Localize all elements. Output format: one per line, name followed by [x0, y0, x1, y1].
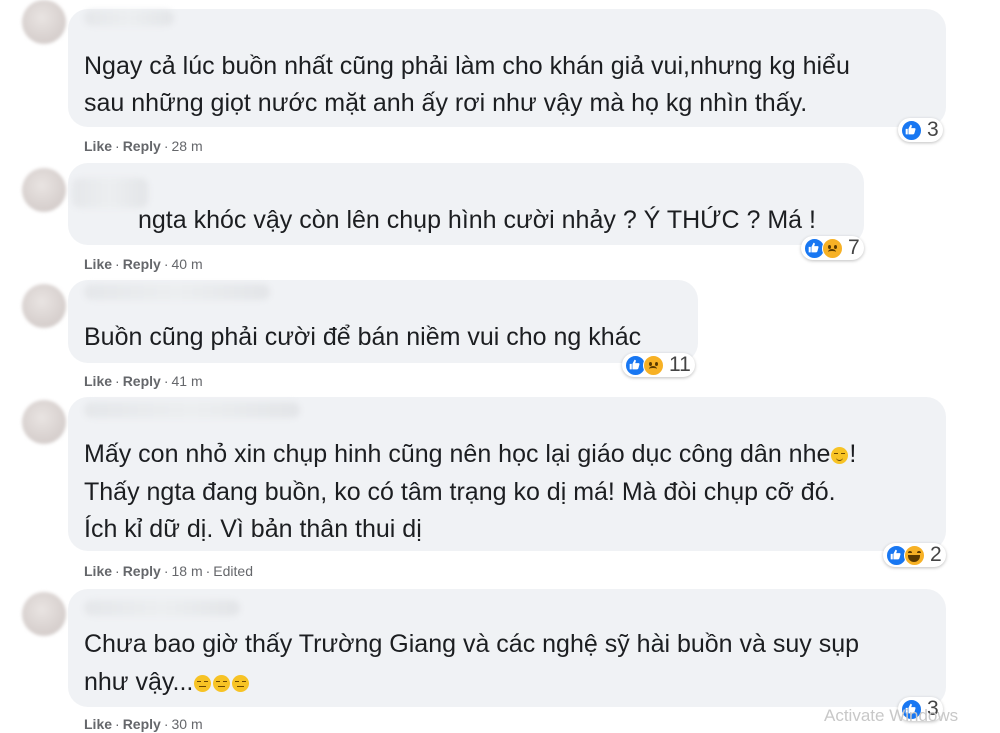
- avatar[interactable]: [22, 284, 66, 328]
- comment-text-line: sau những giọt nước mặt anh ấy rơi như v…: [84, 89, 808, 117]
- like-icon: [901, 119, 922, 141]
- timestamp[interactable]: 40 m: [171, 256, 202, 272]
- reaction-count: 3: [927, 118, 939, 141]
- reply-button[interactable]: Reply: [123, 716, 161, 732]
- pensive-emoji-icon: [232, 675, 250, 692]
- comment-actions: Like · Reply · 18 m · Edited: [84, 563, 253, 579]
- comment-text-line: Buồn cũng phải cười để bán niềm vui cho …: [84, 323, 642, 351]
- author-name-blurred[interactable]: [84, 600, 240, 616]
- reply-button[interactable]: Reply: [123, 373, 161, 389]
- author-name-blurred[interactable]: [84, 402, 300, 418]
- comment-text-line: Thấy ngta đang buồn, ko có tâm trạng ko …: [84, 478, 836, 506]
- avatar[interactable]: [22, 592, 66, 636]
- comment-text-line: Mấy con nhỏ xin chụp hinh cũng nên học l…: [84, 440, 857, 468]
- comment-text-line: Chưa bao giờ thấy Trường Giang và các ng…: [84, 630, 860, 658]
- timestamp[interactable]: 18 m: [171, 563, 202, 579]
- author-name-blurred[interactable]: [84, 10, 174, 26]
- reaction-summary[interactable]: 2: [883, 543, 946, 567]
- comment-text-line: như vậy...: [84, 664, 250, 701]
- reaction-count: 7: [848, 236, 860, 259]
- timestamp[interactable]: 30 m: [171, 716, 202, 732]
- comment-text-line: ngta khóc vậy còn lên chụp hình cười nhả…: [138, 206, 816, 234]
- like-button[interactable]: Like: [84, 563, 112, 579]
- reply-button[interactable]: Reply: [123, 138, 161, 154]
- comment-text-line: Ngay cả lúc buồn nhất cũng phải làm cho …: [84, 52, 850, 80]
- smile-emoji-icon: [831, 447, 849, 464]
- avatar[interactable]: [22, 0, 66, 44]
- comment-actions: Like · Reply · 40 m: [84, 256, 203, 272]
- sad-icon: [822, 237, 843, 259]
- author-name-blurred[interactable]: [72, 178, 148, 208]
- reaction-summary[interactable]: 3: [898, 118, 943, 142]
- author-name-blurred[interactable]: [84, 284, 270, 300]
- timestamp[interactable]: 28 m: [171, 138, 202, 154]
- reaction-summary[interactable]: 7: [801, 236, 864, 260]
- like-button[interactable]: Like: [84, 256, 112, 272]
- timestamp[interactable]: 41 m: [171, 373, 202, 389]
- like-button[interactable]: Like: [84, 138, 112, 154]
- haha-icon: [904, 544, 925, 566]
- comment-text-line: Ích kỉ dữ dị. Vì bản thân thui dị: [84, 515, 422, 543]
- comment-actions: Like · Reply · 28 m: [84, 138, 203, 154]
- reaction-count: 2: [930, 543, 942, 566]
- pensive-emoji-icon: [213, 675, 231, 692]
- edited-label[interactable]: Edited: [213, 563, 253, 579]
- activate-windows-watermark: Activate Windows: [824, 706, 959, 725]
- pensive-emoji-icon: [194, 675, 212, 692]
- comment-actions: Like · Reply · 30 m: [84, 716, 203, 732]
- avatar[interactable]: [22, 168, 66, 212]
- reply-button[interactable]: Reply: [123, 563, 161, 579]
- avatar[interactable]: [22, 400, 66, 444]
- sad-icon: [643, 354, 664, 376]
- reaction-summary[interactable]: 11: [622, 353, 695, 377]
- reply-button[interactable]: Reply: [123, 256, 161, 272]
- like-button[interactable]: Like: [84, 716, 112, 732]
- reaction-count: 11: [669, 353, 691, 376]
- comment-actions: Like · Reply · 41 m: [84, 373, 203, 389]
- like-button[interactable]: Like: [84, 373, 112, 389]
